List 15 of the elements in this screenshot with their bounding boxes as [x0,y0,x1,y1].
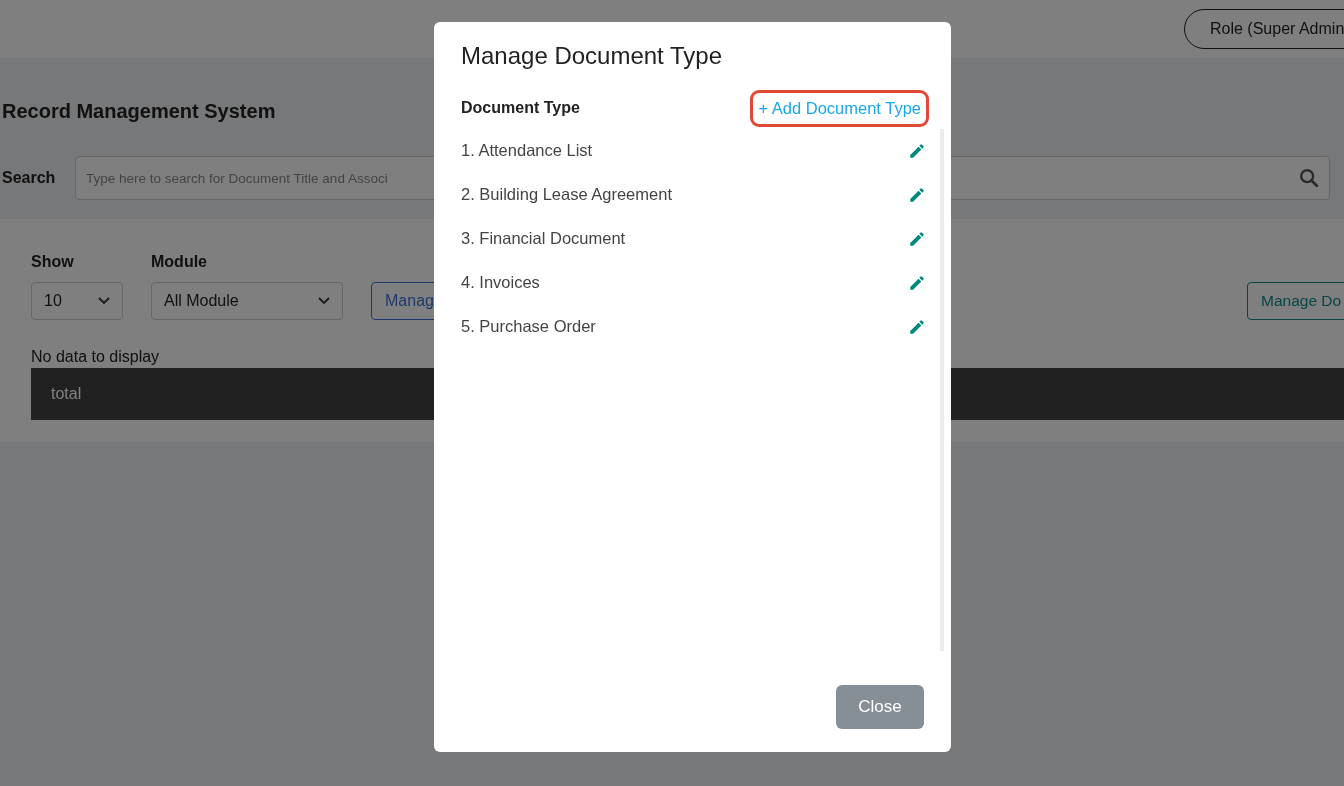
total-label: total [51,384,82,404]
document-type-item: 1. Attendance List [461,140,593,162]
select-value: 10 [44,291,62,311]
modal-title: Manage Document Type [461,42,724,70]
filter-label: Module [151,252,208,272]
select-value: All Module [164,291,239,311]
empty-message: No data to display [31,347,161,367]
document-type-item: 5. Purchase Order [461,316,596,338]
document-type-item: 4. Invoices [461,272,540,294]
document-type-item: 3. Financial Document [461,228,626,250]
search-label: Search [2,168,57,188]
filter-label: Show [31,252,75,272]
document-type-item: 2. Building Lease Agreement [461,184,672,206]
list-heading: Document Type [461,98,580,119]
page-title: Record Management System [2,99,276,124]
